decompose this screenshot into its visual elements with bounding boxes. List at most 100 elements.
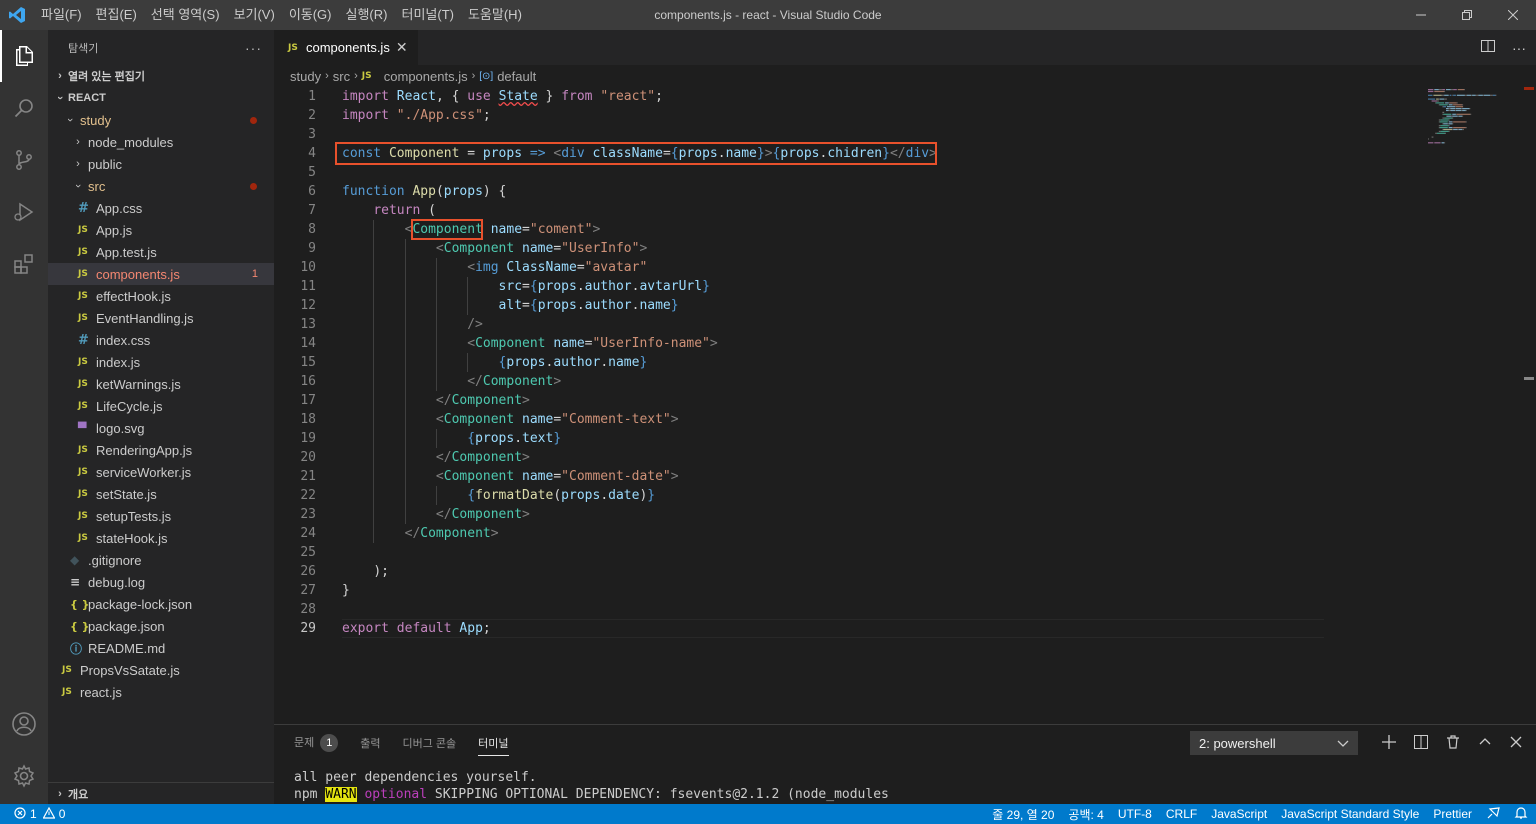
- trash-icon[interactable]: [1446, 734, 1460, 752]
- tree-file[interactable]: JS setState.js: [48, 483, 274, 505]
- tree-folder[interactable]: › public: [48, 153, 274, 175]
- tree-file[interactable]: JS react.js: [48, 681, 274, 703]
- close-panel-icon[interactable]: [1510, 735, 1522, 751]
- cursor-position[interactable]: 줄 29, 열 20: [992, 806, 1054, 823]
- line-content: return (: [342, 201, 436, 220]
- tab-problems[interactable]: 문제 1: [294, 733, 339, 752]
- end-of-line[interactable]: CRLF: [1166, 807, 1197, 821]
- menu-item[interactable]: 터미널(T): [394, 0, 460, 30]
- tab-debug-console[interactable]: 디버그 콘솔: [403, 735, 457, 751]
- maximize-panel-icon[interactable]: [1478, 735, 1492, 752]
- tree-item-label: index.css: [96, 332, 151, 348]
- tree-file[interactable]: JS RenderingApp.js: [48, 439, 274, 461]
- extensions-icon[interactable]: [0, 238, 48, 290]
- tree-file[interactable]: JS components.js 1: [48, 263, 274, 285]
- menu-item[interactable]: 도움말(H): [461, 0, 529, 30]
- settings-gear-icon[interactable]: [0, 750, 48, 802]
- code-editor[interactable]: 1 import React, { use State } from "react…: [274, 87, 1434, 667]
- line-number: 3: [308, 127, 316, 142]
- linter-status[interactable]: JavaScript Standard Style: [1281, 807, 1419, 821]
- breadcrumb-item[interactable]: src: [333, 69, 350, 84]
- tree-folder[interactable]: › src: [48, 175, 274, 197]
- more-actions-icon[interactable]: ···: [1512, 40, 1526, 56]
- tree-folder[interactable]: › node_modules: [48, 131, 274, 153]
- tree-file[interactable]: ▀ logo.svg: [48, 417, 274, 439]
- close-tab-icon[interactable]: ✕: [396, 39, 408, 56]
- tab-terminal[interactable]: 터미널: [478, 735, 509, 756]
- tree-file[interactable]: ≡ debug.log: [48, 571, 274, 593]
- tree-file[interactable]: JS App.test.js: [48, 241, 274, 263]
- explorer-icon[interactable]: [0, 30, 48, 82]
- terminal-output[interactable]: all peer dependencies yourself. npm WARN …: [294, 769, 889, 803]
- menu-item[interactable]: 실행(R): [339, 0, 395, 30]
- tree-file[interactable]: JS EventHandling.js: [48, 307, 274, 329]
- tree-file[interactable]: JS PropsVsSatate.js: [48, 659, 274, 681]
- code-line: 5: [274, 163, 1434, 182]
- restore-icon[interactable]: [1444, 0, 1490, 30]
- tab-output[interactable]: 출력: [360, 735, 380, 751]
- split-editor-icon[interactable]: [1480, 38, 1496, 57]
- breadcrumb-item[interactable]: default: [497, 69, 536, 84]
- workspace-section[interactable]: › REACT: [48, 87, 274, 109]
- breadcrumb-item[interactable]: study: [290, 69, 321, 84]
- tree-item-label: PropsVsSatate.js: [80, 662, 180, 678]
- run-debug-icon[interactable]: [0, 186, 48, 238]
- search-icon[interactable]: [0, 82, 48, 134]
- formatter-status[interactable]: Prettier: [1433, 807, 1472, 821]
- encoding[interactable]: UTF-8: [1118, 807, 1152, 821]
- css-file-icon: #: [78, 332, 89, 348]
- tree-file[interactable]: { } package-lock.json: [48, 593, 274, 615]
- chevron-down-icon: ›: [72, 184, 84, 188]
- menu-item[interactable]: 이동(G): [282, 0, 339, 30]
- javascript-file-icon: JS: [78, 313, 88, 323]
- tree-file[interactable]: JS serviceWorker.js: [48, 461, 274, 483]
- code-token: "Comment-date": [561, 469, 671, 484]
- close-icon[interactable]: [1490, 0, 1536, 30]
- feedback-icon[interactable]: [1486, 806, 1500, 823]
- tree-item-label: src: [88, 178, 106, 194]
- minimap[interactable]: [1426, 87, 1522, 147]
- vertical-scrollbar[interactable]: [1522, 87, 1536, 667]
- tree-file[interactable]: JS ketWarnings.js: [48, 373, 274, 395]
- open-editors-section[interactable]: › 열려 있는 편집기: [48, 65, 274, 87]
- more-actions-icon[interactable]: ···: [245, 40, 262, 56]
- breadcrumb-item[interactable]: components.js: [384, 69, 468, 84]
- code-token: "coment": [529, 222, 593, 237]
- tab-components-js[interactable]: JS components.js ✕: [274, 30, 418, 65]
- tree-file[interactable]: JS stateHook.js: [48, 527, 274, 549]
- terminal-select[interactable]: 2: powershell: [1190, 731, 1358, 755]
- tree-file[interactable]: JS setupTests.js: [48, 505, 274, 527]
- breadcrumb: study › src › JS components.js › [⊙] default: [274, 65, 1536, 87]
- code-token: .: [576, 298, 585, 313]
- code-token: Component: [451, 450, 523, 465]
- outline-section[interactable]: › 개요: [48, 782, 274, 804]
- tree-file[interactable]: # index.css: [48, 329, 274, 351]
- javascript-file-icon: JS: [78, 489, 88, 499]
- language-mode[interactable]: JavaScript: [1211, 807, 1267, 821]
- accounts-icon[interactable]: [0, 698, 48, 750]
- notifications-bell-icon[interactable]: [1514, 806, 1528, 823]
- split-terminal-icon[interactable]: [1414, 734, 1428, 752]
- problems-status[interactable]: 1 0: [0, 806, 65, 822]
- tree-file[interactable]: # App.css: [48, 197, 274, 219]
- menu-item[interactable]: 파일(F): [34, 0, 89, 30]
- menu-item[interactable]: 편집(E): [89, 0, 144, 30]
- error-count: 1: [30, 807, 37, 821]
- tree-file[interactable]: { } package.json: [48, 615, 274, 637]
- menu-item[interactable]: 보기(V): [227, 0, 282, 30]
- tree-file[interactable]: ◆ .gitignore: [48, 549, 274, 571]
- code-token: }: [670, 298, 679, 313]
- new-terminal-icon[interactable]: [1382, 734, 1396, 752]
- minimize-icon[interactable]: [1398, 0, 1444, 30]
- tree-file[interactable]: JS LifeCycle.js: [48, 395, 274, 417]
- tree-file[interactable]: JS effectHook.js: [48, 285, 274, 307]
- tree-folder[interactable]: › study: [48, 109, 274, 131]
- code-token: <: [467, 336, 476, 351]
- tree-file[interactable]: JS App.js: [48, 219, 274, 241]
- source-control-icon[interactable]: [0, 134, 48, 186]
- tree-file[interactable]: ⓘ README.md: [48, 637, 274, 659]
- tree-file[interactable]: JS index.js: [48, 351, 274, 373]
- menu-item[interactable]: 선택 영역(S): [144, 0, 227, 30]
- indentation[interactable]: 공백: 4: [1068, 806, 1103, 823]
- gitignore-file-icon: ◆: [70, 553, 80, 567]
